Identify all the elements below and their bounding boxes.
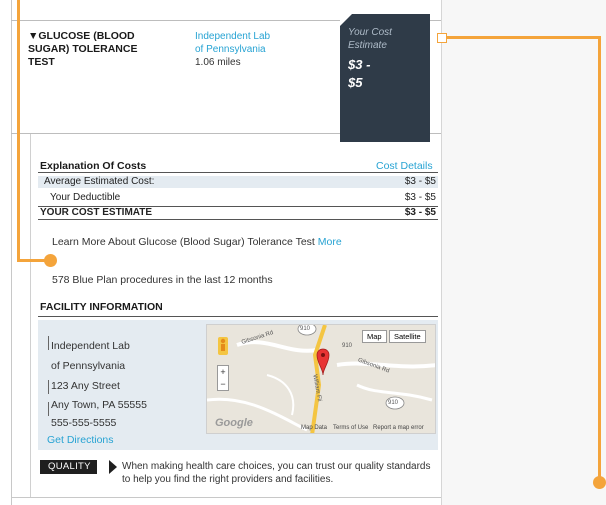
bottom-divider — [11, 497, 441, 498]
quality-text: When making health care choices, you can… — [122, 461, 431, 485]
provider-link[interactable]: Independent Lab of Pennsylvania — [195, 30, 295, 56]
learn-more-label: Learn More About Glucose (Blood Sugar) T… — [52, 236, 315, 248]
callout-dot-left — [44, 254, 57, 267]
cost-row: Your Deductible $3 - $5 — [38, 192, 438, 204]
map-terms-link[interactable]: Terms of Use — [333, 425, 368, 431]
facility-map[interactable]: 910 910 Gibsonia Rd Gibsonia Rd William … — [206, 324, 436, 434]
cost-label-line: Your Cost — [348, 27, 392, 38]
facility-title: FACILITY INFORMATION — [40, 301, 163, 313]
map-view-button[interactable]: Map — [362, 330, 387, 343]
learn-more-text: Learn More About Glucose (Blood Sugar) T… — [52, 236, 342, 248]
road-label: 910 — [388, 400, 399, 406]
provider-distance: 1.06 miles — [195, 57, 241, 68]
explanation-title: Explanation Of Costs — [40, 160, 147, 172]
road-label: 910 — [342, 343, 353, 349]
cost-range-line: $5 — [348, 75, 363, 90]
address-line: Any Town, PA 55555 — [51, 399, 147, 411]
address-tick — [48, 336, 49, 350]
cost-total-label: YOUR COST ESTIMATE — [40, 207, 153, 218]
right-gutter — [441, 0, 606, 505]
cost-estimate-box: Your Cost Estimate $3 - $5 — [340, 14, 430, 142]
address-line: Independent Lab — [51, 340, 130, 352]
cost-row-label: Average Estimated Cost: — [44, 176, 155, 187]
satellite-view-button[interactable]: Satellite — [389, 330, 426, 343]
cost-row-value: $3 - $5 — [404, 192, 436, 203]
cost-total-value: $3 - $5 — [404, 207, 436, 218]
cost-label: Your Cost Estimate — [348, 26, 422, 52]
corner-fold — [340, 14, 352, 26]
address-phone: 555-555-5555 — [51, 417, 117, 429]
learn-more-link[interactable]: More — [318, 236, 342, 248]
test-name-line: SUGAR) TOLERANCE — [28, 43, 138, 55]
provider-line: Independent Lab — [195, 31, 271, 42]
map-logo: Google — [215, 417, 253, 429]
cost-row-label: Your Deductible — [50, 192, 121, 203]
cost-row-value: $3 - $5 — [404, 176, 436, 187]
map-report-link[interactable]: Report a map error — [373, 425, 424, 431]
table-rule — [38, 172, 438, 173]
callout-line-right — [598, 36, 601, 479]
test-name-line: TEST — [28, 56, 55, 68]
callout-dot-right — [593, 476, 606, 489]
road-label: 910 — [300, 326, 311, 332]
callout-line-right — [446, 36, 601, 39]
facility-rule — [38, 316, 438, 317]
map-data-link[interactable]: Map Data — [301, 425, 327, 431]
test-name-line: ▼GLUCOSE (BLOOD — [28, 30, 135, 42]
map-zoom-control[interactable]: + − — [217, 365, 229, 391]
cost-range: $3 - $5 — [348, 56, 422, 92]
cost-range-line: $3 - — [348, 57, 371, 72]
cost-label-line: Estimate — [348, 40, 387, 51]
callout-line-left — [17, 0, 20, 262]
zoom-in-icon[interactable]: + — [218, 366, 228, 378]
address-line: 123 Any Street — [51, 380, 120, 392]
cost-total-row: YOUR COST ESTIMATE $3 - $5 — [38, 206, 438, 220]
quality-banner: QUALITY When making health care choices,… — [38, 459, 438, 489]
facility-info-box: Independent Lab of Pennsylvania 123 Any … — [38, 320, 438, 450]
test-name-toggle[interactable]: ▼GLUCOSE (BLOOD SUGAR) TOLERANCE TEST — [28, 30, 178, 69]
address-tick — [48, 402, 49, 416]
zoom-out-icon[interactable]: − — [218, 378, 228, 390]
cost-details-link[interactable]: Cost Details — [376, 160, 433, 172]
quality-badge: QUALITY — [40, 460, 97, 474]
pegman-icon[interactable] — [218, 337, 228, 355]
address-line: of Pennsylvania — [51, 360, 126, 372]
cost-row: Average Estimated Cost: $3 - $5 — [38, 176, 438, 188]
procedures-count: 578 Blue Plan procedures in the last 12 … — [52, 274, 273, 286]
address-tick — [48, 380, 49, 394]
chevron-right-icon — [109, 460, 117, 474]
get-directions-link[interactable]: Get Directions — [47, 434, 114, 446]
provider-line: of Pennsylvania — [195, 44, 266, 55]
